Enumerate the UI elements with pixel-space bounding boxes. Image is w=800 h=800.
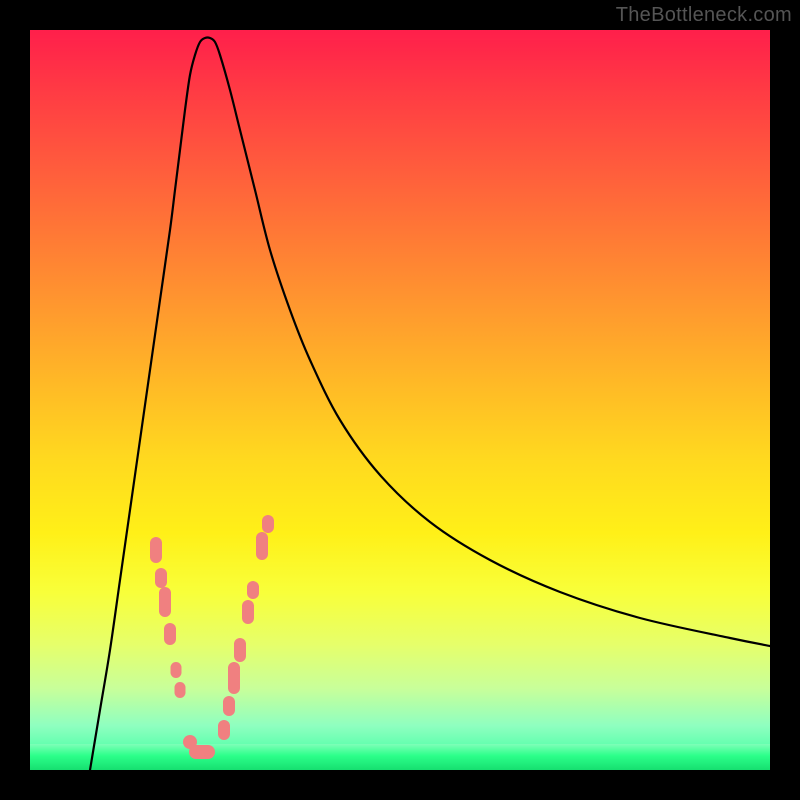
curve-marker — [155, 568, 167, 588]
curve-marker — [242, 600, 254, 624]
curve-layer — [30, 30, 770, 770]
curve-marker — [247, 581, 259, 599]
watermark-text: TheBottleneck.com — [616, 4, 792, 27]
curve-marker — [189, 745, 215, 759]
curve-marker — [171, 662, 182, 678]
curve-marker — [175, 682, 186, 698]
curve-marker — [159, 587, 171, 617]
curve-marker — [234, 638, 246, 662]
curve-marker — [256, 532, 268, 560]
chart-frame: TheBottleneck.com — [0, 0, 800, 800]
curve-marker — [164, 623, 176, 645]
curve-marker — [262, 515, 274, 533]
curve-marker — [150, 537, 162, 563]
plot-area — [30, 30, 770, 770]
marker-group — [150, 515, 274, 759]
curve-marker — [228, 662, 240, 694]
curve-marker — [218, 720, 230, 740]
curve-marker — [223, 696, 235, 716]
bottleneck-curve — [90, 38, 770, 771]
